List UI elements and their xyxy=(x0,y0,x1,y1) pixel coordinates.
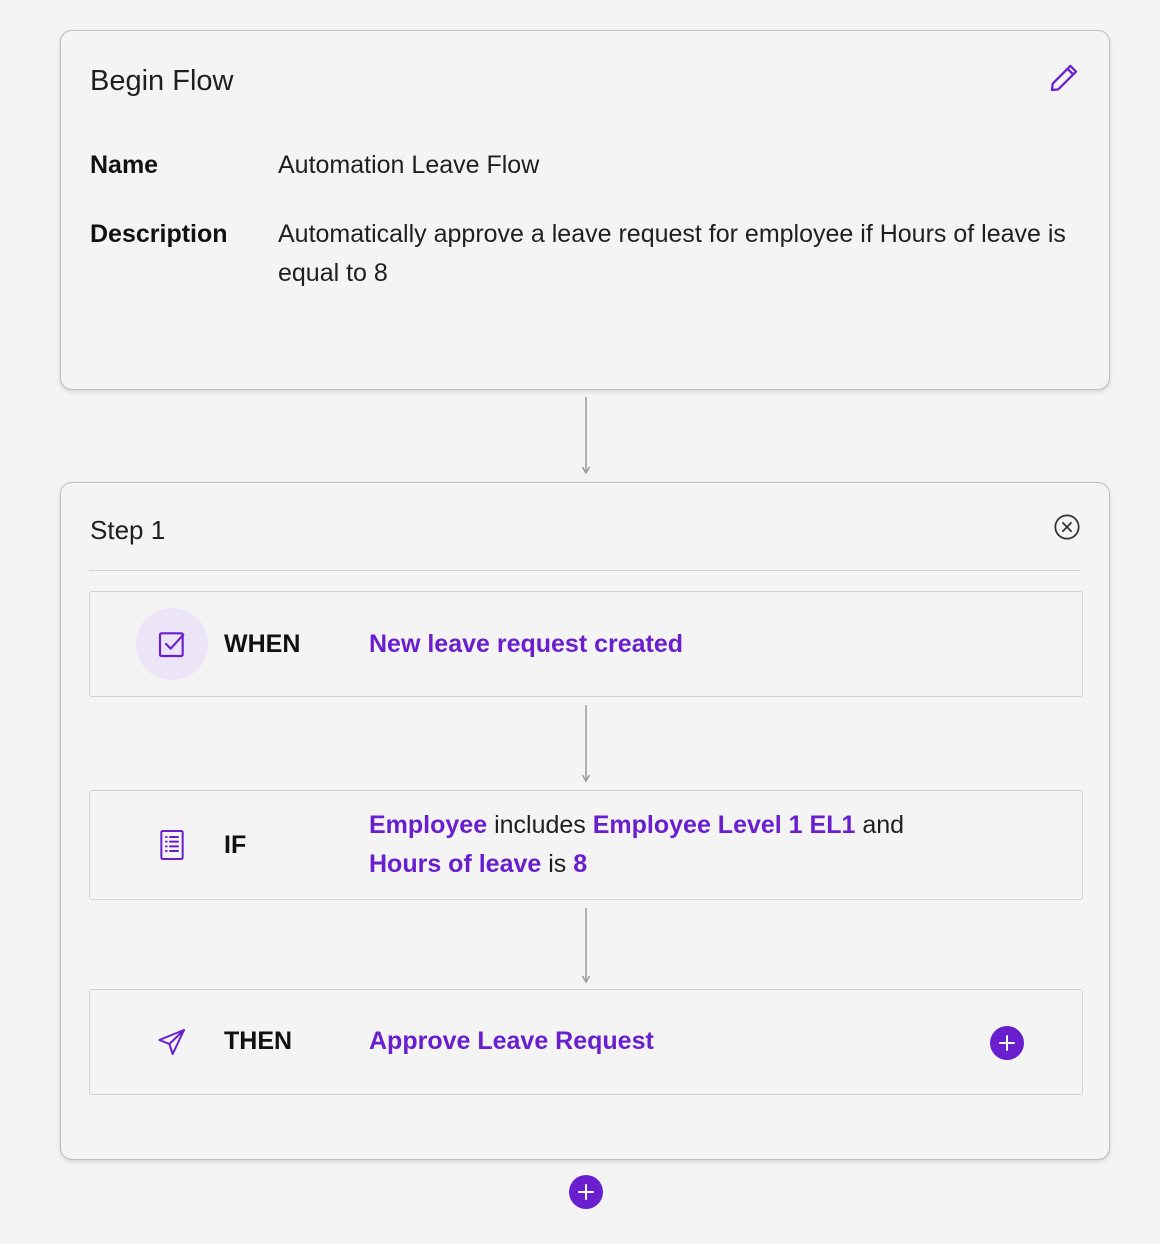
close-circle-icon[interactable] xyxy=(1053,513,1081,541)
condition-field[interactable]: Hours of leave xyxy=(369,850,541,878)
connector-arrow xyxy=(581,397,591,475)
when-value: New leave request created xyxy=(369,625,683,664)
description-value: Automatically approve a leave request fo… xyxy=(278,220,1066,287)
then-value: Approve Leave Request xyxy=(369,1022,654,1061)
condition-conjunction: and xyxy=(862,811,905,839)
begin-flow-title: Begin Flow xyxy=(90,65,234,97)
condition-operator: includes xyxy=(494,811,586,839)
description-label: Description xyxy=(90,220,228,248)
condition-value[interactable]: Employee Level 1 EL1 xyxy=(593,811,856,839)
connector-arrow xyxy=(581,908,591,984)
when-keyword: WHEN xyxy=(224,630,301,658)
pencil-icon[interactable] xyxy=(1047,61,1081,95)
then-row[interactable]: THEN Approve Leave Request xyxy=(89,989,1083,1095)
when-trigger: New leave request created xyxy=(369,630,684,658)
then-keyword: THEN xyxy=(224,1027,293,1055)
if-condition: Employee includes Employee Level 1 EL1 a… xyxy=(369,806,904,884)
condition-field[interactable]: Employee xyxy=(369,811,487,839)
step-card: Step 1 WHEN New leave request created IF… xyxy=(60,482,1110,1160)
when-row[interactable]: WHEN New leave request created xyxy=(89,591,1083,697)
document-list-icon xyxy=(136,809,208,881)
name-value: Automation Leave Flow xyxy=(278,151,540,179)
then-action: Approve Leave Request xyxy=(369,1027,654,1055)
step-divider xyxy=(89,570,1081,571)
step-title: Step 1 xyxy=(90,515,166,545)
add-step-plus-icon[interactable] xyxy=(569,1175,603,1209)
connector-arrow xyxy=(581,705,591,783)
add-action-plus-icon[interactable] xyxy=(990,1026,1024,1060)
condition-operator: is xyxy=(548,850,567,878)
if-keyword: IF xyxy=(224,831,247,859)
condition-value[interactable]: 8 xyxy=(573,850,587,878)
if-row[interactable]: IF Employee includes Employee Level 1 EL… xyxy=(89,790,1083,900)
send-icon xyxy=(136,1006,208,1078)
checkbox-icon xyxy=(136,608,208,680)
begin-flow-card: Begin Flow Name Automation Leave Flow De… xyxy=(60,30,1110,390)
name-label: Name xyxy=(90,151,159,179)
